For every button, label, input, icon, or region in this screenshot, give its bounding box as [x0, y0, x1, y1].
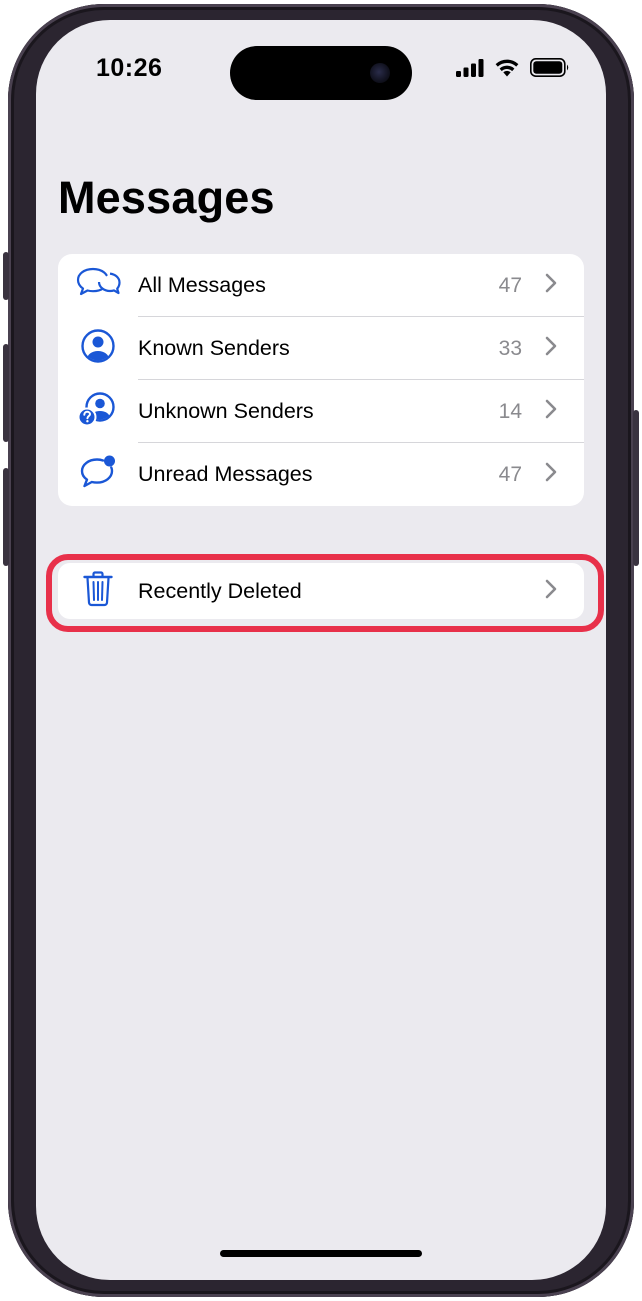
screen: 10:26 Messages All Messages 47 Known Sen… — [36, 20, 606, 1280]
action-button — [3, 252, 9, 300]
power-button — [633, 410, 639, 566]
filter-label: All Messages — [138, 273, 266, 297]
trash-icon — [83, 570, 113, 612]
home-indicator[interactable] — [220, 1250, 422, 1257]
wifi-icon — [494, 58, 520, 82]
filter-row-unknown-senders[interactable]: Unknown Senders 14 — [58, 380, 584, 443]
filter-count: 47 — [498, 462, 522, 486]
battery-icon — [530, 58, 570, 82]
filter-count: 14 — [498, 399, 522, 423]
volume-down-button — [3, 468, 9, 566]
filter-label: Unread Messages — [138, 462, 313, 486]
filter-list: All Messages 47 Known Senders 33 Unknown… — [58, 254, 584, 506]
chevron-right-icon — [545, 399, 557, 424]
volume-up-button — [3, 344, 9, 442]
signal-icon — [456, 58, 484, 82]
person-circle-icon — [80, 328, 116, 369]
speech-bubble-badge-icon — [79, 454, 117, 495]
filter-row-all-messages[interactable]: All Messages 47 — [58, 254, 584, 317]
chevron-right-icon — [545, 462, 557, 487]
filter-label: Known Senders — [138, 336, 290, 360]
filter-row-known-senders[interactable]: Known Senders 33 — [58, 317, 584, 380]
camera-icon — [370, 63, 390, 83]
page-title: Messages — [58, 172, 275, 223]
status-icons — [456, 58, 570, 82]
recently-deleted-label: Recently Deleted — [138, 578, 302, 603]
status-time: 10:26 — [96, 54, 163, 82]
chevron-right-icon — [545, 336, 557, 361]
person-question-icon — [77, 391, 118, 432]
filter-count: 33 — [498, 336, 522, 360]
filter-label: Unknown Senders — [138, 399, 314, 423]
two-speech-bubbles-icon — [75, 266, 121, 305]
dynamic-island — [230, 46, 412, 100]
filter-count: 47 — [498, 273, 522, 297]
chevron-right-icon — [545, 579, 557, 604]
filter-row-unread-messages[interactable]: Unread Messages 47 — [58, 443, 584, 506]
chevron-right-icon — [545, 273, 557, 298]
recently-deleted-group: Recently Deleted — [58, 563, 584, 619]
recently-deleted-row[interactable]: Recently Deleted — [58, 563, 584, 619]
